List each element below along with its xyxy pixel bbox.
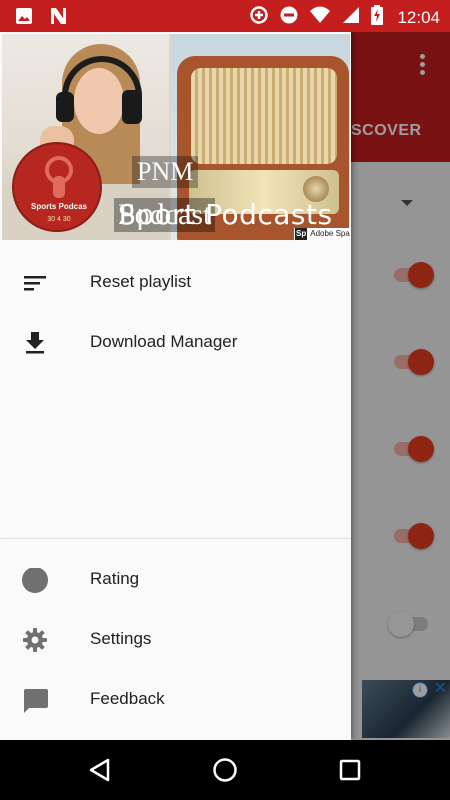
- adobe-spark-watermark: SpAdobe Spark: [294, 228, 350, 240]
- signal-icon: [341, 5, 361, 30]
- drawer-header-image: Sports Podcas 30 4 30 PNM Podcast Sport …: [2, 34, 350, 240]
- n-notification-icon: [48, 6, 68, 31]
- menu-item-settings[interactable]: Settings: [0, 610, 351, 670]
- download-icon: [22, 331, 48, 355]
- menu-item-label: Settings: [90, 629, 152, 648]
- menu-item-reset-playlist[interactable]: Reset playlist: [0, 253, 351, 313]
- battery-charging-icon: [371, 5, 384, 30]
- screen: 12:04 SCOVER i ✕ Sports Podcas 30 4 30 P…: [0, 0, 450, 800]
- drawer-divider: [0, 538, 351, 539]
- image-icon: [14, 6, 34, 31]
- recents-icon[interactable]: [336, 756, 364, 784]
- menu-item-download-manager[interactable]: Download Manager: [0, 313, 351, 373]
- sports-podcast-logo: Sports Podcas 30 4 30: [12, 142, 102, 232]
- data-saver-icon: [249, 5, 269, 30]
- menu-item-label: Reset playlist: [90, 272, 192, 291]
- wifi-icon: [309, 5, 331, 30]
- do-not-disturb-icon: [279, 5, 299, 30]
- header-subtitle-front: Sport Podcasts: [118, 198, 333, 231]
- menu-item-feedback[interactable]: Feedback: [0, 670, 351, 730]
- circle-icon: [22, 567, 48, 593]
- system-nav-bar: [0, 740, 450, 800]
- menu-item-rating[interactable]: Rating: [0, 550, 351, 610]
- navigation-drawer: Sports Podcas 30 4 30 PNM Podcast Sport …: [0, 32, 351, 740]
- home-icon[interactable]: [211, 756, 239, 784]
- menu-item-label: Feedback: [90, 689, 165, 708]
- status-bar: 12:04: [0, 0, 450, 32]
- logo-title: Sports Podcas: [30, 202, 87, 211]
- gear-icon: [22, 628, 48, 652]
- sort-icon: [22, 271, 48, 295]
- status-time: 12:04: [397, 7, 440, 27]
- feedback-icon: [22, 688, 48, 713]
- back-icon[interactable]: [86, 756, 114, 784]
- logo-subtitle: 30 4 30: [47, 216, 71, 223]
- header-title-pnm: PNM: [132, 156, 199, 188]
- menu-item-label: Rating: [90, 569, 140, 588]
- menu-item-label: Download Manager: [90, 332, 238, 351]
